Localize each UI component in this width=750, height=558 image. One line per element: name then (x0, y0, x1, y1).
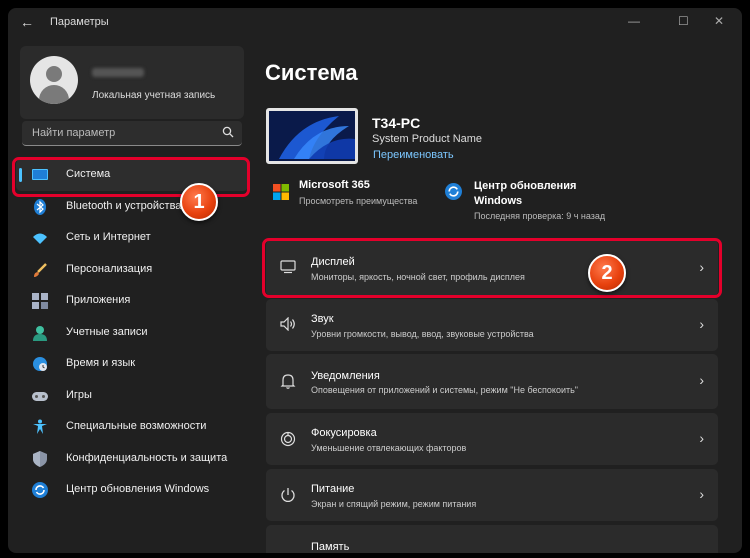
minimize-button[interactable]: — (628, 14, 640, 28)
search-input[interactable]: Найти параметр (22, 121, 242, 146)
sidebar-item-label: Специальные возможности (66, 420, 207, 432)
close-button[interactable]: ✕ (714, 14, 724, 28)
chevron-right-icon: › (699, 486, 704, 502)
accessibility-icon (33, 419, 47, 434)
windows-bloom-image (269, 111, 355, 161)
sidebar-item-label: Учетные записи (66, 325, 148, 338)
card-title: Питание (311, 483, 355, 495)
chevron-right-icon: › (699, 316, 704, 332)
sidebar-item-label: Приложения (66, 294, 131, 306)
microsoft-logo-icon (273, 184, 289, 200)
chevron-right-icon: › (699, 372, 704, 388)
sidebar-item-label: Персонализация (66, 262, 153, 275)
avatar (30, 56, 78, 104)
sidebar-item-label: Центр обновления Windows (66, 483, 210, 495)
card-title: Звук (311, 313, 334, 325)
card-title: Память (311, 541, 350, 553)
sidebar-item-label: Bluetooth и устройства (66, 199, 182, 212)
window-title: Параметры (50, 16, 109, 28)
sidebar-item-accessibility[interactable]: Специальные возможности (16, 411, 248, 443)
wifi-icon (33, 233, 47, 244)
apps-icon (32, 293, 48, 309)
page-title: Система (265, 60, 358, 85)
card-subtitle: Уменьшение отвлекающих факторов (311, 443, 467, 453)
title-bar: ← Параметры — ☐ ✕ (8, 8, 742, 36)
focus-icon (280, 431, 296, 447)
card-focus[interactable]: Фокусировка Уменьшение отвлекающих факто… (266, 413, 718, 465)
sidebar-item-label: Игры (66, 388, 92, 401)
ms365-title[interactable]: Microsoft 365 (299, 179, 370, 191)
search-placeholder: Найти параметр (32, 127, 116, 139)
windows-update-icon (445, 183, 462, 200)
sidebar-item-label: Конфиденциальность и защита (66, 451, 228, 464)
chevron-right-icon: › (699, 430, 704, 446)
account-icon (33, 325, 47, 341)
card-subtitle: Экран и спящий режим, режим питания (311, 499, 477, 509)
sidebar-item-label: Время и язык (66, 357, 136, 369)
card-sound[interactable]: Звук Уровни громкости, вывод, ввод, звук… (266, 299, 718, 351)
sidebar-item-windows-update[interactable]: Центр обновления Windows (16, 474, 248, 506)
sidebar-item-accounts[interactable]: Учетные записи (16, 317, 248, 349)
back-arrow-icon[interactable]: ← (20, 14, 34, 30)
sidebar-item-gaming[interactable]: Игры (16, 380, 248, 412)
card-notifications[interactable]: Уведомления Оповещения от приложений и с… (266, 354, 718, 409)
sidebar-item-apps[interactable]: Приложения (16, 285, 248, 317)
card-title: Фокусировка (311, 427, 377, 439)
sidebar-item-personalization[interactable]: Персонализация (16, 254, 248, 286)
account-type: Локальная учетная запись (92, 90, 216, 101)
blurred-username (92, 68, 144, 77)
sidebar-item-privacy[interactable]: Конфиденциальность и защита (16, 443, 248, 475)
card-subtitle: Уровни громкости, вывод, ввод, звуковые … (311, 329, 534, 339)
windows-update-title[interactable]: Центр обновления Windows (474, 179, 584, 209)
step-badge-1: 1 (180, 183, 218, 221)
sidebar-item-network[interactable]: Сеть и Интернет (16, 222, 248, 254)
highlight-display (262, 238, 722, 298)
brush-icon (34, 262, 47, 277)
sidebar-item-label: Сеть и Интернет (66, 231, 151, 243)
bell-icon (280, 374, 296, 389)
maximize-button[interactable]: ☐ (678, 14, 689, 28)
device-wallpaper-thumbnail (266, 108, 358, 164)
bluetooth-icon (34, 198, 46, 215)
card-title: Уведомления (311, 370, 380, 382)
windows-update-subtitle: Последняя проверка: 9 ч назад (474, 211, 606, 221)
card-power[interactable]: Питание Экран и спящий режим, режим пита… (266, 469, 718, 521)
power-icon (281, 488, 295, 502)
gamepad-icon (32, 391, 48, 401)
card-storage-partial[interactable]: Память (266, 525, 718, 553)
update-icon (32, 482, 48, 498)
card-subtitle: Оповещения от приложений и системы, режи… (311, 385, 578, 395)
device-name: T34-PC (372, 115, 421, 131)
settings-window: ← Параметры — ☐ ✕ Локальная учетная запи… (8, 8, 742, 553)
rename-link[interactable]: Переименовать (373, 149, 454, 161)
search-icon (222, 126, 234, 138)
device-model: System Product Name (372, 133, 483, 145)
ms365-subtitle: Просмотреть преимущества (299, 196, 418, 206)
profile-card[interactable]: Локальная учетная запись (20, 46, 244, 119)
speaker-icon (280, 317, 295, 331)
globe-clock-icon (33, 357, 47, 371)
sidebar-item-time-language[interactable]: Время и язык (16, 348, 248, 380)
shield-icon (33, 450, 47, 467)
step-badge-2: 2 (588, 254, 626, 292)
